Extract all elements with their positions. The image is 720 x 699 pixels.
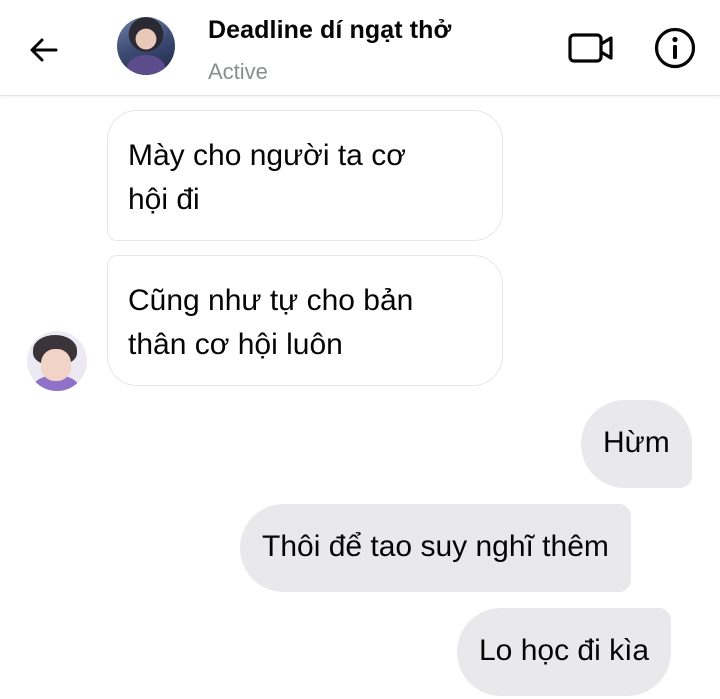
contact-avatar[interactable] — [117, 17, 175, 75]
info-button[interactable] — [652, 25, 698, 71]
avatar-face — [41, 349, 71, 381]
info-icon — [654, 27, 696, 69]
outgoing-message[interactable]: Lo học đi kìa — [457, 608, 672, 696]
back-button[interactable] — [22, 28, 66, 72]
active-status: Active — [208, 59, 268, 84]
incoming-message[interactable]: Mày cho người ta cơ hội đi — [107, 110, 503, 241]
back-arrow-icon — [30, 38, 58, 62]
video-call-button[interactable] — [566, 28, 616, 68]
avatar-figure — [127, 55, 165, 75]
chat-header: Deadline dí ngạt thở Active — [0, 0, 720, 96]
conversation-title[interactable]: Deadline dí ngạt thở — [208, 16, 451, 45]
sender-avatar[interactable] — [27, 331, 87, 391]
outgoing-message[interactable]: Hừm — [581, 400, 692, 488]
video-call-icon — [568, 33, 613, 63]
incoming-message[interactable]: Cũng như tự cho bản thân cơ hội luôn — [107, 255, 503, 386]
outgoing-message[interactable]: Thôi để tao suy nghĩ thêm — [240, 504, 631, 592]
